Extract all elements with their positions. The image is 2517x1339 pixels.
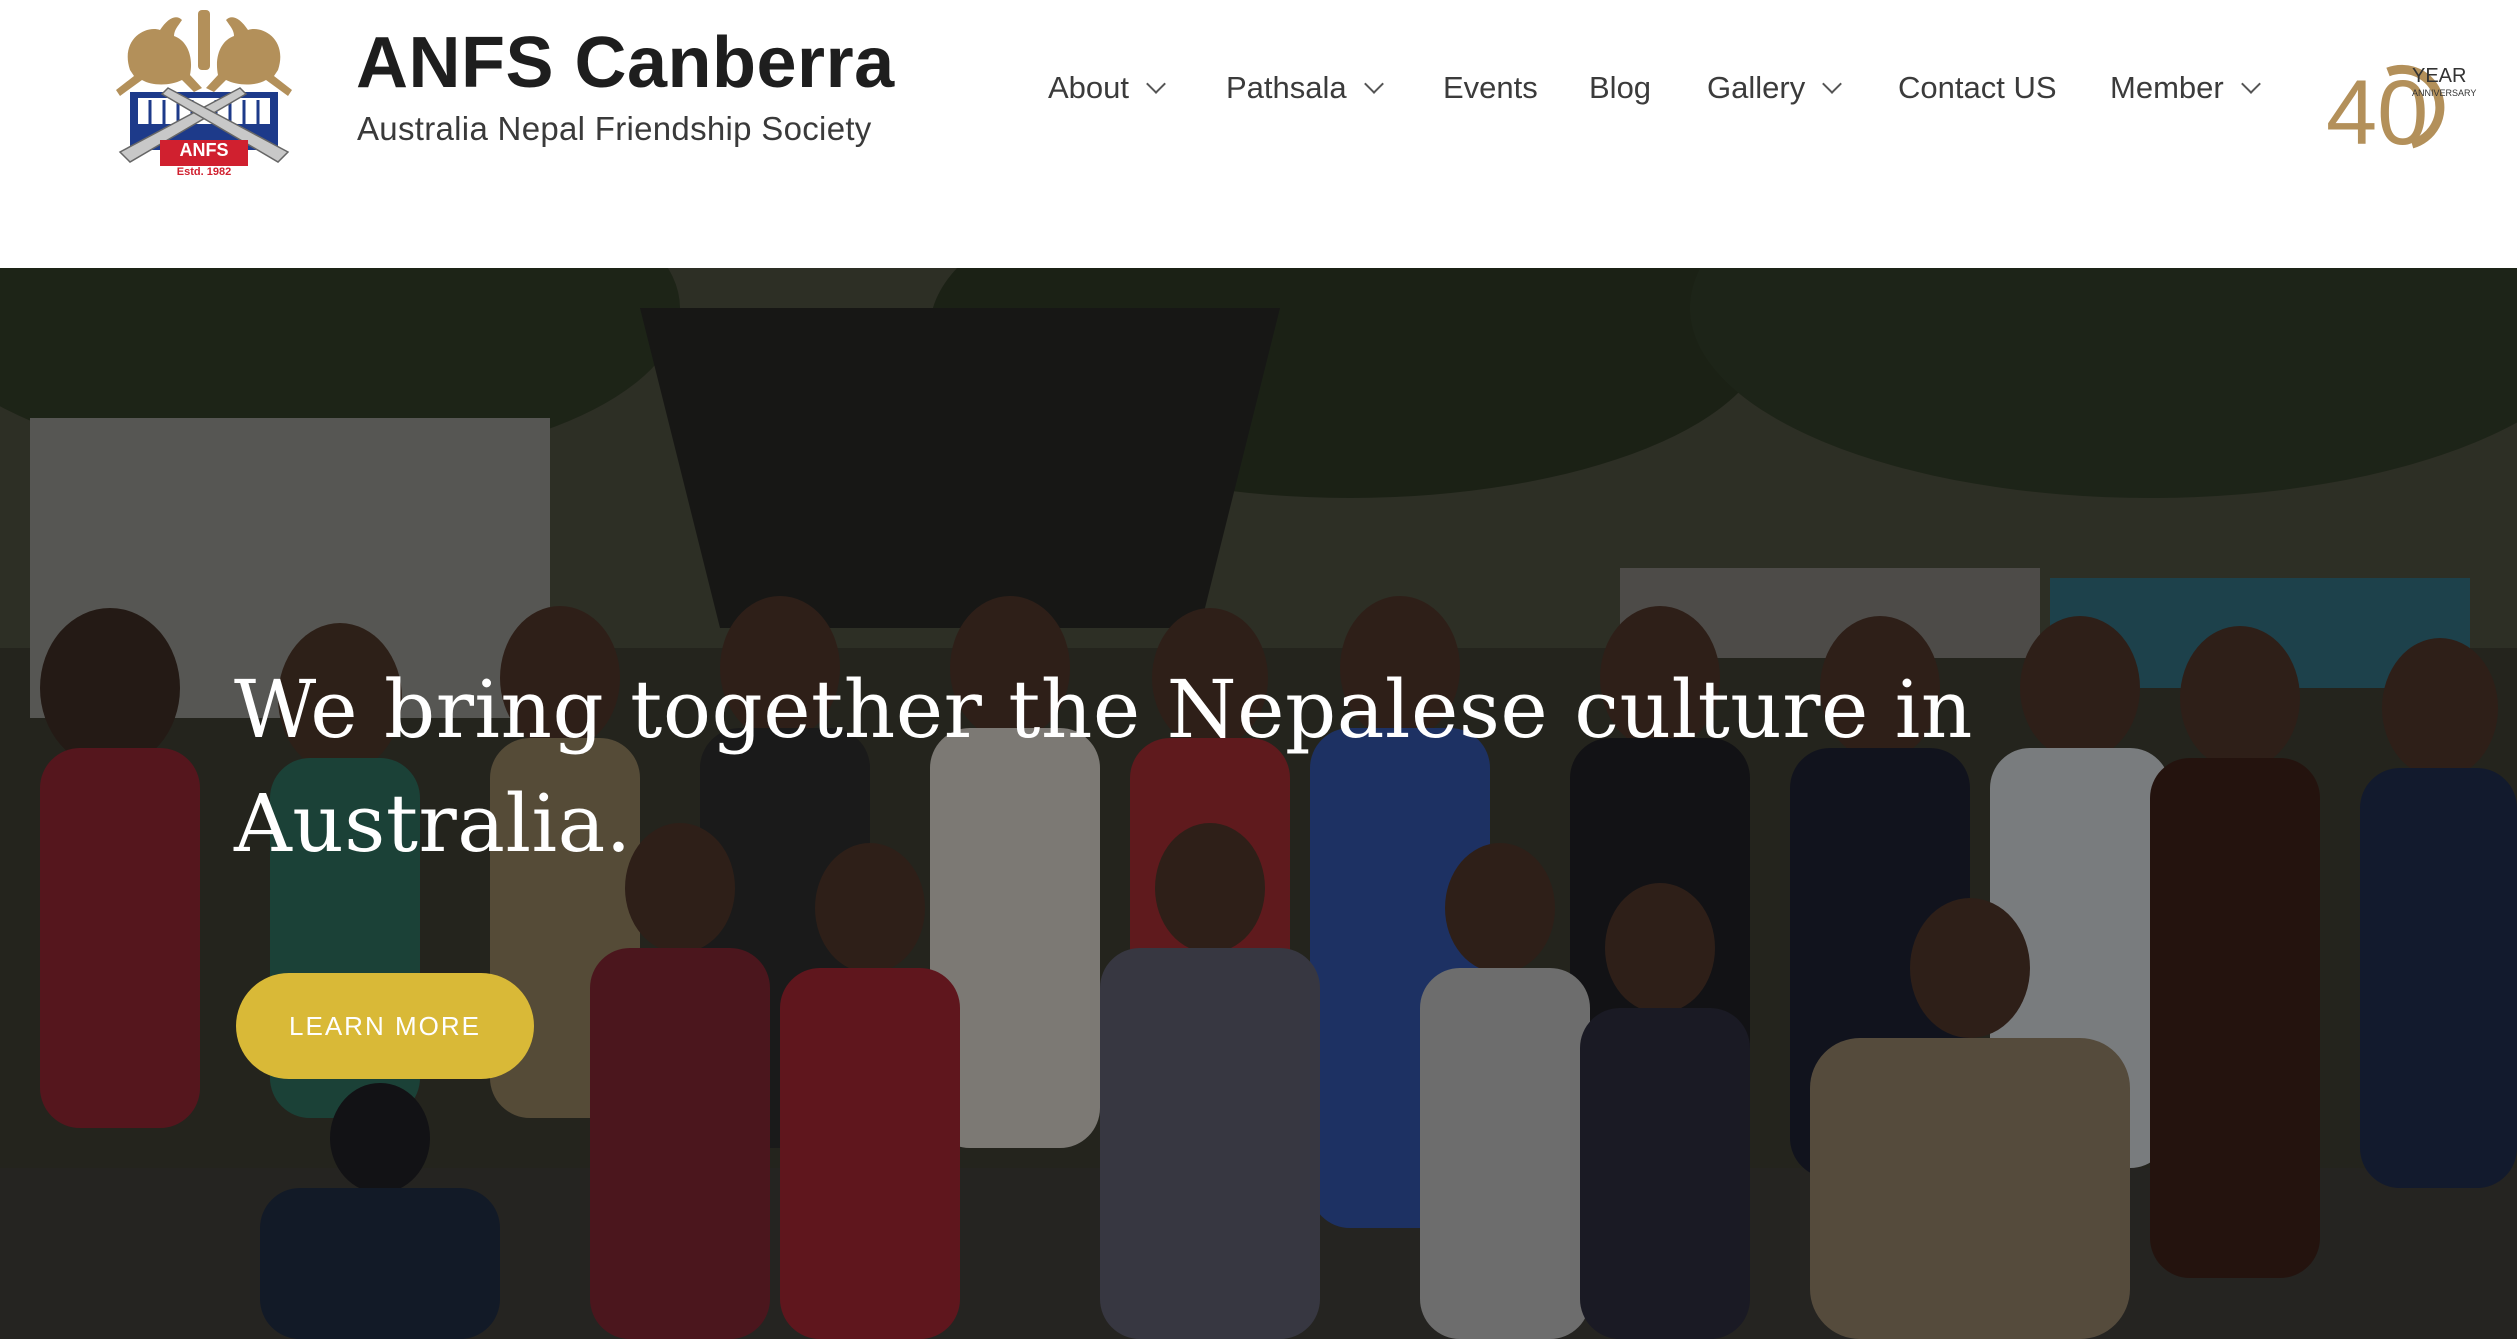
nav-item-label: Blog [1589,70,1652,105]
site-title[interactable]: ANFS Canberra [356,22,895,104]
nav-item-label: About [1048,70,1130,105]
anniversary-sub-label: ANNIVERSARY [2412,88,2476,98]
nav-item-label: Events [1443,70,1538,105]
nav-item-gallery[interactable]: Gallery [1707,70,1843,106]
nav-item-label: Gallery [1707,70,1806,105]
chevron-down-icon [1363,74,1384,94]
nav-item-label: Member [2110,70,2224,105]
logo-est-text: Estd. 1982 [177,166,231,178]
nav-item-blog[interactable]: Blog [1589,70,1651,106]
site-tagline: Australia Nepal Friendship Society [357,110,872,147]
nav-item-contact-us[interactable]: Contact US [1898,70,2057,106]
chevron-down-icon [1146,74,1166,94]
anniversary-logo: 40 YEAR ANNIVERSARY [2326,62,2476,156]
anfs-logo[interactable]: ANFS Estd. 1982 [90,0,318,178]
nav-item-member[interactable]: Member [2110,70,2261,106]
hero-section: We bring together the Nepalese culture i… [0,268,2517,1339]
nav-item-pathsala[interactable]: Pathsala [1226,70,1384,106]
nav-item-events[interactable]: Events [1443,70,1538,106]
site-header: ANFS Estd. 1982 ANFS Canberra Australia … [0,0,2517,268]
hero-heading: We bring together the Nepalese culture i… [234,663,1973,870]
nav-item-about[interactable]: About [1048,70,1166,106]
nav-item-label: Pathsala [1226,70,1347,105]
learn-more-button[interactable]: LEARN MORE [236,973,534,1079]
chevron-down-icon [1822,74,1843,94]
chevron-down-icon [2240,74,2261,94]
nav-item-label: Contact US [1898,70,2057,105]
logo-text: ANFS [180,140,229,160]
anniversary-label: YEAR [2412,65,2466,87]
